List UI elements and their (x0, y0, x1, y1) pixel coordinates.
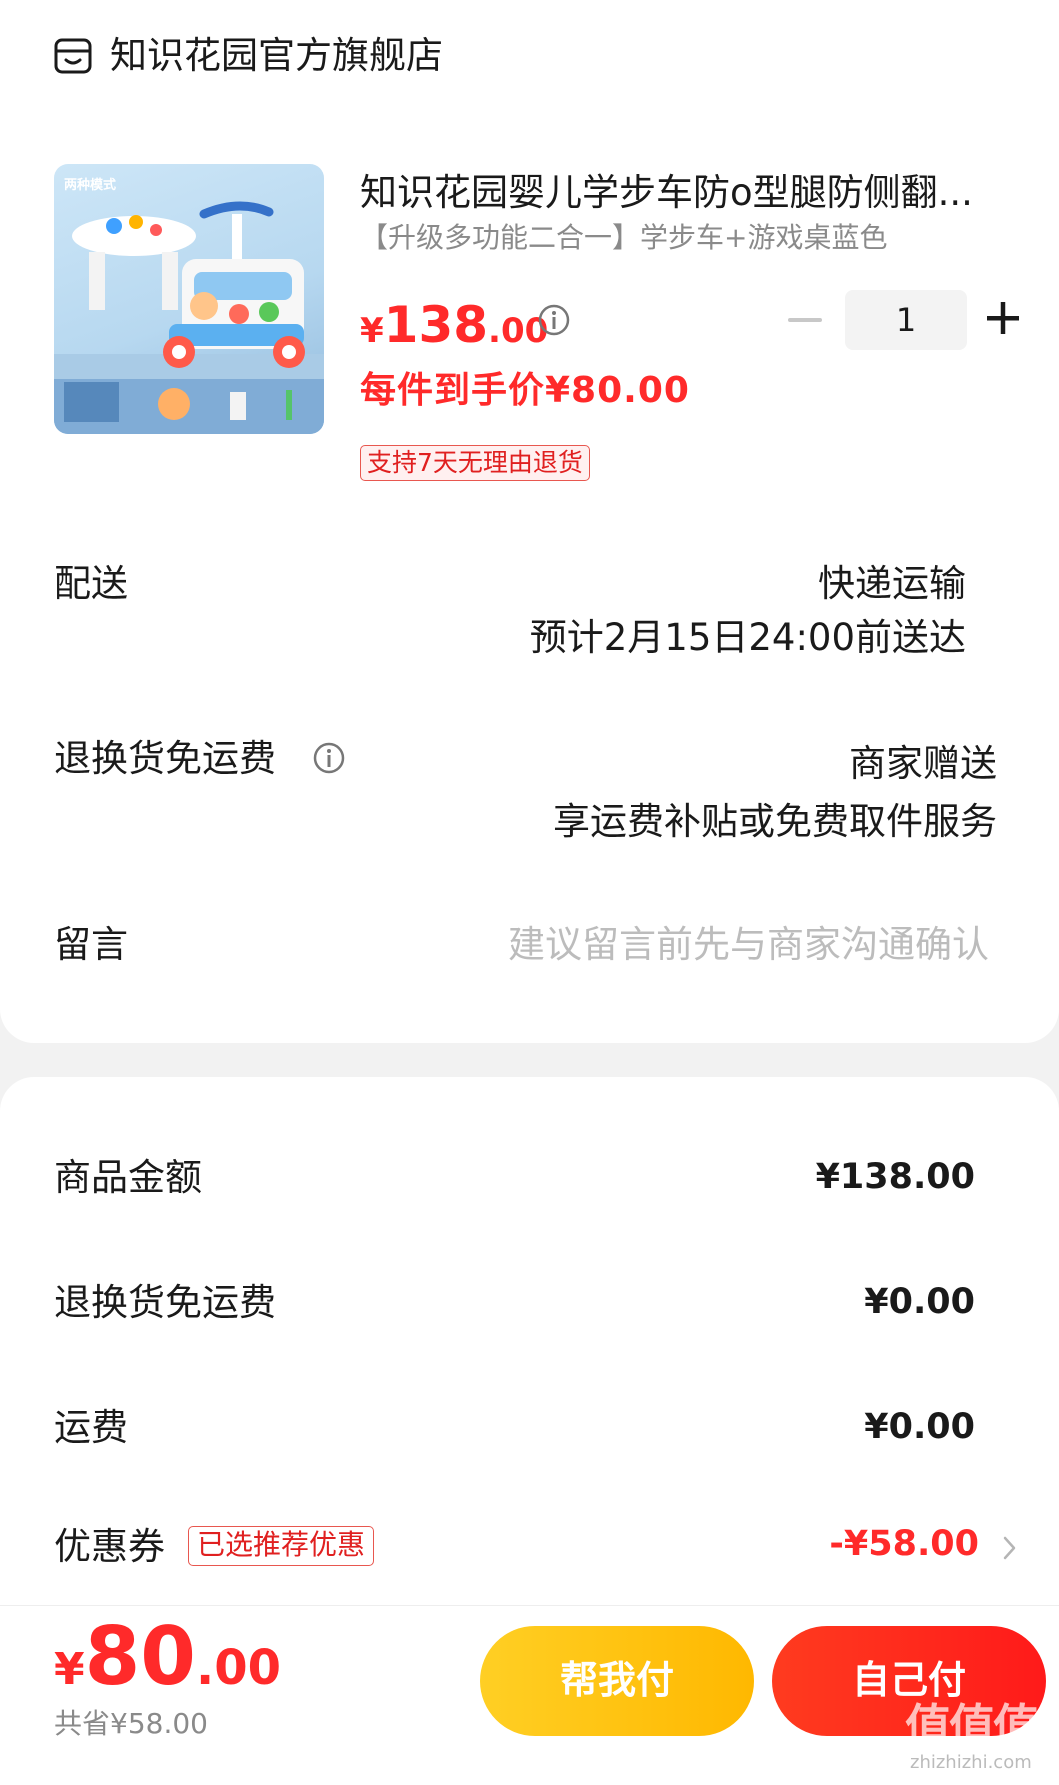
quantity-input[interactable]: 1 (845, 290, 967, 350)
goods-amount-value: ¥138.00 (815, 1157, 975, 1197)
saved-amount: 共省¥58.00 (54, 1707, 208, 1740)
image-mode-label: 两种模式 (64, 178, 117, 193)
coupon-value[interactable]: -¥58.00 (829, 1522, 979, 1566)
return-shipping-value: 商家赠送 (849, 742, 997, 785)
watermark-logo: 值值值 (905, 1699, 1039, 1753)
delivery-method[interactable]: 快递运输 (818, 561, 966, 607)
quantity-minus-button[interactable] (788, 318, 822, 322)
info-icon[interactable] (537, 303, 571, 337)
store-icon[interactable] (54, 38, 92, 74)
order-card (0, 0, 1059, 1043)
walker-illustration (54, 201, 324, 434)
coupon-label[interactable]: 优惠券 (54, 1524, 165, 1570)
shipping-fee-value: ¥0.00 (864, 1407, 975, 1447)
return-fee-label: 退换货免运费 (54, 1281, 276, 1324)
goods-amount-label: 商品金额 (54, 1156, 202, 1199)
message-label: 留言 (54, 923, 128, 966)
watermark-url: zhizhizhi.com (910, 1752, 1032, 1773)
return-shipping-desc: 享运费补贴或免费取件服务 (553, 800, 997, 843)
product-image[interactable]: 两种模式 (54, 164, 324, 434)
message-input[interactable]: 建议留言前先与商家沟通确认 (508, 922, 989, 968)
return-fee-value: ¥0.00 (864, 1282, 975, 1322)
shipping-fee-label: 运费 (54, 1406, 128, 1449)
coupon-badge[interactable]: 已选推荐优惠 (188, 1526, 375, 1566)
return-shipping-label: 退换货免运费 (54, 737, 276, 780)
store-name[interactable]: 知识花园官方旗舰店 (110, 34, 443, 78)
total-price: ¥80.00 (54, 1610, 281, 1703)
chevron-right-icon[interactable] (1002, 1534, 1018, 1562)
quantity-plus-button[interactable] (985, 300, 1021, 336)
product-sku[interactable]: 【升级多功能二合一】学步车+游戏桌蓝色 (360, 220, 887, 256)
unit-price: ¥138.00 (360, 296, 549, 354)
return-policy-badge: 支持7天无理由退货 (360, 445, 590, 481)
delivery-eta: 预计2月15日24:00前送达 (529, 616, 966, 659)
info-icon[interactable] (312, 741, 346, 775)
product-title[interactable]: 知识花园婴儿学步车防o型腿防侧翻... (360, 170, 973, 216)
final-price: 每件到手价¥80.00 (360, 370, 690, 411)
delivery-label: 配送 (54, 562, 128, 605)
help-pay-button[interactable]: 帮我付 (480, 1626, 754, 1736)
